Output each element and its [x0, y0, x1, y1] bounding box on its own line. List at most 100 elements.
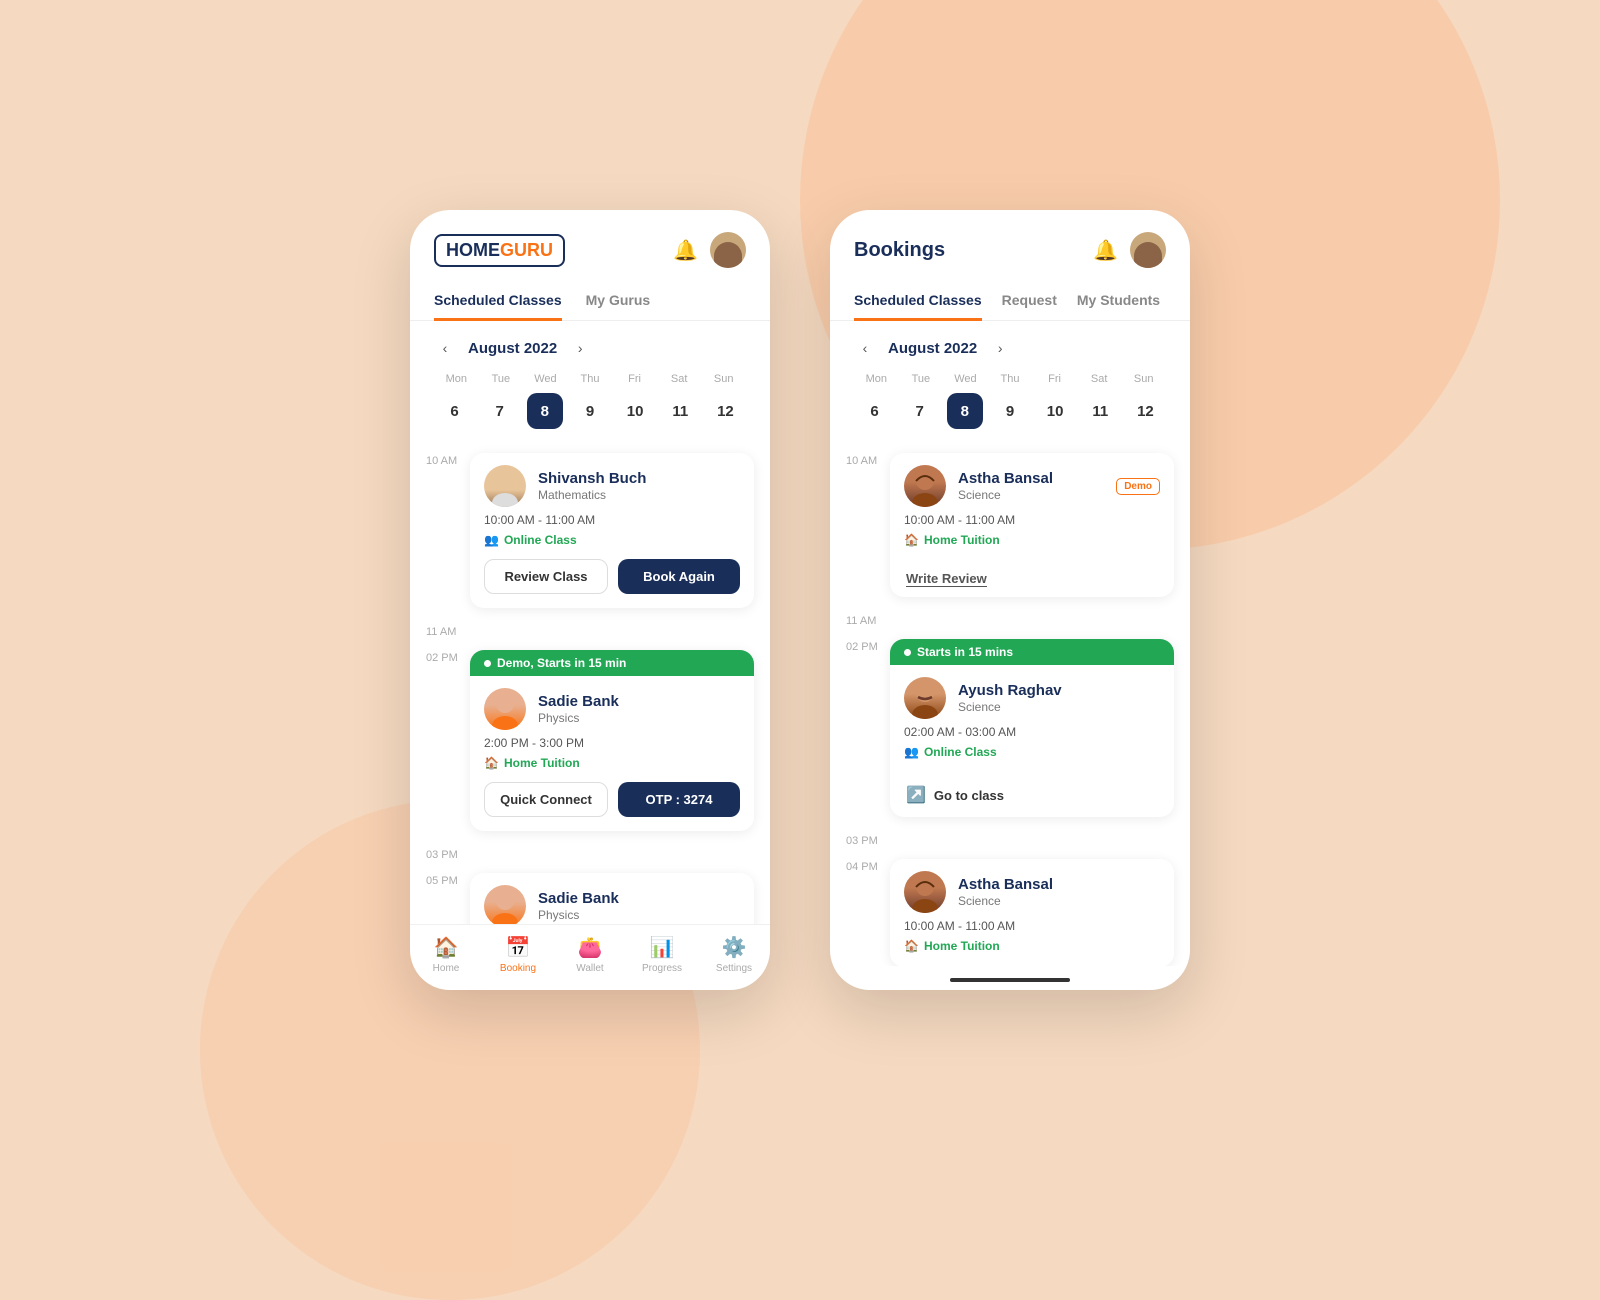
cal-prev-arrow[interactable]: ‹ — [434, 337, 456, 359]
cal-date-8-p2[interactable]: 8 — [947, 393, 983, 429]
student-subject-shivansh: Mathematics — [538, 488, 646, 502]
time-row-05pm: 05 PM Sadie — [410, 865, 770, 924]
day-tue-p2: Tue — [899, 373, 944, 385]
tab-my-gurus[interactable]: My Gurus — [586, 282, 651, 321]
time-label-03pm-p2: 03 PM — [830, 829, 886, 847]
avatar-shivansh — [484, 465, 526, 507]
day-thu: Thu — [568, 373, 613, 385]
avatar-ayush — [904, 677, 946, 719]
class-time-sadie: 2:00 PM - 3:00 PM — [484, 736, 740, 750]
go-to-class-text: Go to class — [934, 788, 1004, 803]
cal-next-arrow[interactable]: › — [569, 337, 591, 359]
time-row-03pm: 03 PM — [410, 839, 770, 865]
class-type-label-shivansh: Online Class — [504, 533, 577, 547]
tab-p2-scheduled[interactable]: Scheduled Classes — [854, 282, 982, 321]
write-review-row: Write Review — [890, 561, 1174, 597]
nav-settings[interactable]: ⚙️ Settings — [698, 935, 770, 974]
class-card-sadie: Demo, Starts in 15 min — [470, 650, 754, 831]
nav-settings-label: Settings — [716, 963, 752, 974]
time-row-10am: 10 AM — [410, 445, 770, 616]
logo: HOMEGURU — [434, 234, 565, 267]
class-type-label-astha2: Home Tuition — [924, 939, 1000, 953]
class-time-shivansh: 10:00 AM - 11:00 AM — [484, 513, 740, 527]
demo-banner-text-p2: Starts in 15 mins — [917, 645, 1013, 659]
cal-month: August 2022 — [468, 340, 557, 357]
time-row-11am: 11 AM — [410, 616, 770, 642]
cal-date-10[interactable]: 10 — [617, 393, 653, 429]
write-review-link[interactable]: Write Review — [906, 571, 987, 587]
class-type-label-ayush: Online Class — [924, 745, 997, 759]
cal-date-11-p2[interactable]: 11 — [1082, 393, 1118, 429]
time-label-11am: 11 AM — [410, 620, 466, 638]
class-type-icon-astha2: 🏠 — [904, 939, 919, 953]
day-mon: Mon — [434, 373, 479, 385]
quick-connect-button[interactable]: Quick Connect — [484, 782, 608, 817]
student-name-ayush: Ayush Raghav — [958, 682, 1062, 699]
day-tue: Tue — [479, 373, 524, 385]
class-card-astha: Astha Bansal Science Demo 10:00 AM - 11:… — [890, 453, 1174, 597]
card-actions-shivansh: Review Class Book Again — [484, 559, 740, 594]
otp-button[interactable]: OTP : 3274 — [618, 782, 740, 817]
student-subject-astha: Science — [958, 488, 1104, 502]
nav-booking[interactable]: 📅 Booking — [482, 935, 554, 974]
avatar-p2[interactable] — [1130, 232, 1166, 268]
avatar-sadie2 — [484, 885, 526, 924]
card-actions-sadie: Quick Connect OTP : 3274 — [484, 782, 740, 817]
day-fri-p2: Fri — [1032, 373, 1077, 385]
cal-date-9-p2[interactable]: 9 — [992, 393, 1028, 429]
class-time-astha: 10:00 AM - 11:00 AM — [904, 513, 1160, 527]
nav-home[interactable]: 🏠 Home — [410, 935, 482, 974]
bell-icon-p2[interactable]: 🔔 — [1093, 238, 1118, 263]
review-class-button[interactable]: Review Class — [484, 559, 608, 594]
bell-icon[interactable]: 🔔 — [673, 238, 698, 263]
go-to-class-row[interactable]: ↗️ Go to class — [890, 773, 1174, 817]
demo-banner-text: Demo, Starts in 15 min — [497, 656, 626, 670]
avatar[interactable] — [710, 232, 746, 268]
home-indicator — [830, 966, 1190, 990]
tab-p2-request[interactable]: Request — [1002, 282, 1057, 321]
tab-p2-students[interactable]: My Students — [1077, 282, 1160, 321]
go-to-class-icon: ↗️ — [906, 785, 926, 805]
cal-date-11[interactable]: 11 — [662, 393, 698, 429]
class-card-ayush: Starts in 15 mins — [890, 639, 1174, 817]
wallet-icon: 👛 — [578, 935, 603, 960]
cal-date-6[interactable]: 6 — [437, 393, 473, 429]
nav-home-label: Home — [433, 963, 460, 974]
cal-date-8[interactable]: 8 — [527, 393, 563, 429]
cal-date-12-p2[interactable]: 12 — [1127, 393, 1163, 429]
cal-dates-p2: 6 7 8 9 10 11 12 — [854, 393, 1166, 429]
calendar: ‹ August 2022 › Mon Tue Wed Thu Fri Sat … — [410, 321, 770, 437]
day-wed-p2: Wed — [943, 373, 988, 385]
nav-wallet[interactable]: 👛 Wallet — [554, 935, 626, 974]
day-sun: Sun — [701, 373, 746, 385]
time-label-05pm: 05 PM — [410, 869, 466, 887]
day-sat: Sat — [657, 373, 702, 385]
book-again-button[interactable]: Book Again — [618, 559, 740, 594]
cal-prev-arrow-p2[interactable]: ‹ — [854, 337, 876, 359]
class-type-shivansh: 👥 Online Class — [484, 533, 740, 547]
cal-date-7-p2[interactable]: 7 — [902, 393, 938, 429]
tabs: Scheduled Classes My Gurus — [410, 282, 770, 321]
cal-date-9[interactable]: 9 — [572, 393, 608, 429]
schedule-list-p2: 10 AM — [830, 437, 1190, 966]
time-row-03pm-p2: 03 PM — [830, 825, 1190, 851]
class-card-shivansh: Shivansh Buch Mathematics 10:00 AM - 11:… — [470, 453, 754, 608]
logo-home: HOME — [446, 240, 500, 260]
time-row-02pm: 02 PM Demo, Starts in 15 min — [410, 642, 770, 839]
student-subject-sadie: Physics — [538, 711, 619, 725]
student-subject-astha2: Science — [958, 894, 1053, 908]
cal-date-10-p2[interactable]: 10 — [1037, 393, 1073, 429]
cal-next-arrow-p2[interactable]: › — [989, 337, 1011, 359]
phone2-header: Bookings 🔔 — [830, 210, 1190, 282]
day-fri: Fri — [612, 373, 657, 385]
nav-progress[interactable]: 📊 Progress — [626, 935, 698, 974]
day-mon-p2: Mon — [854, 373, 899, 385]
cal-date-7[interactable]: 7 — [482, 393, 518, 429]
tab-scheduled-classes[interactable]: Scheduled Classes — [434, 282, 562, 321]
cal-date-12[interactable]: 12 — [707, 393, 743, 429]
header-icons: 🔔 — [673, 232, 746, 268]
avatar-astha — [904, 465, 946, 507]
progress-icon: 📊 — [650, 935, 675, 960]
phone2-header-icons: 🔔 — [1093, 232, 1166, 268]
cal-date-6-p2[interactable]: 6 — [857, 393, 893, 429]
